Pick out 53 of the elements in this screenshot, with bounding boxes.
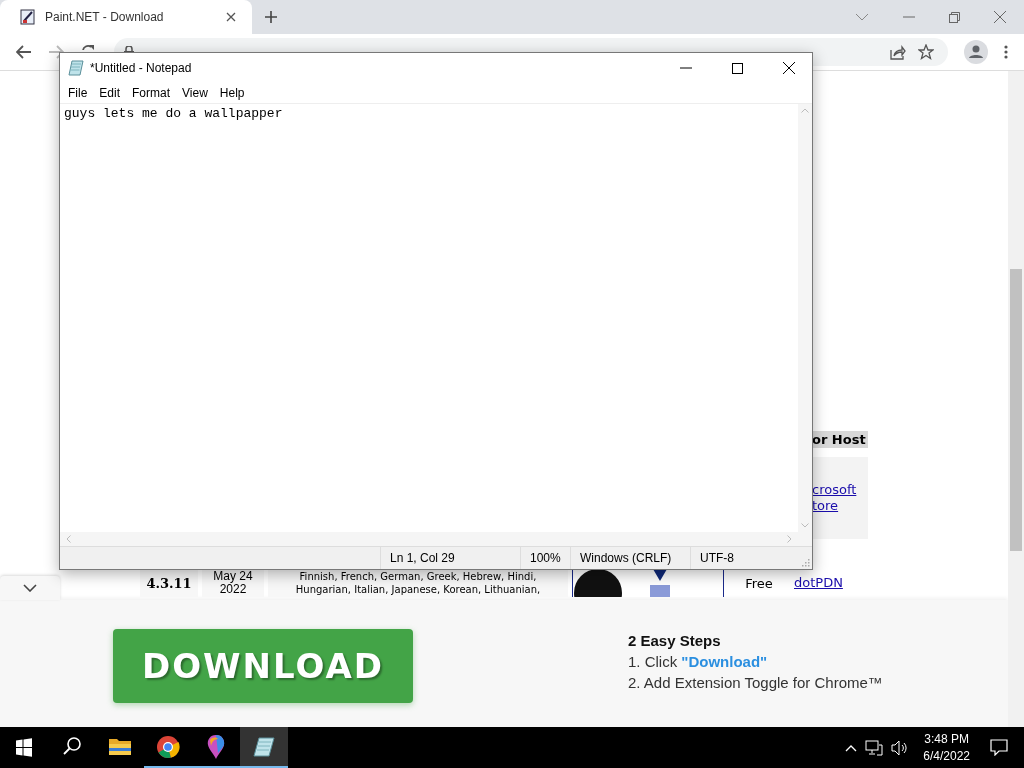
chevron-down-icon[interactable] <box>855 12 869 22</box>
paint-icon <box>20 9 36 25</box>
new-tab-icon[interactable] <box>264 10 278 24</box>
share-icon[interactable] <box>890 44 906 60</box>
version-cell: 4.3.11 <box>140 569 198 597</box>
notification-icon[interactable] <box>990 739 1008 756</box>
menu-item[interactable]: Format <box>126 84 177 102</box>
resize-grip-icon[interactable] <box>801 558 810 567</box>
speaker-icon[interactable] <box>891 739 910 756</box>
network-icon[interactable] <box>865 739 884 756</box>
notepad-icon <box>68 60 84 76</box>
back-icon[interactable] <box>16 45 32 59</box>
status-item: UTF-8 <box>690 547 790 569</box>
close-icon[interactable] <box>783 62 795 74</box>
step-text: 1. Click "Download" <box>628 653 769 670</box>
collapse-button[interactable] <box>0 576 60 600</box>
status-item: 100% <box>520 547 570 569</box>
languages-cell: Finnish, French, German, Greek, Hebrew, Hindi, Hungarian, Italian, Japanese, Korean, Lithuanian, <box>268 569 568 597</box>
maximize-icon[interactable] <box>732 62 743 74</box>
folder-icon <box>108 736 132 757</box>
balloon-icon <box>206 733 226 760</box>
menu-item[interactable]: Edit <box>93 84 127 102</box>
menu-item[interactable]: View <box>176 84 214 102</box>
price-cell-text: Free <box>744 574 774 593</box>
browser-tab[interactable]: Paint.NET - Download <box>0 0 252 34</box>
chevron-down-icon <box>23 584 37 592</box>
notepad-icon <box>253 735 275 758</box>
store-link[interactable]: crosoft tore <box>812 482 857 514</box>
taskbar-app[interactable] <box>240 727 288 768</box>
profile-icon[interactable] <box>964 40 988 64</box>
status-item: Windows (CRLF) <box>570 547 690 569</box>
text-area[interactable]: guys lets me do a wallpapper <box>60 104 798 532</box>
chrome-icon <box>156 734 180 759</box>
restore-icon[interactable] <box>949 11 960 23</box>
forward-icon[interactable] <box>48 45 64 59</box>
host-link[interactable]: dotPDN <box>794 575 843 591</box>
clock-date[interactable]: 6/4/2022 <box>923 747 970 765</box>
scrollbar-thumb[interactable] <box>1010 269 1022 551</box>
menu-item[interactable]: Help <box>213 84 251 102</box>
menu-icon[interactable] <box>1004 45 1008 59</box>
reload-icon[interactable] <box>80 43 96 50</box>
menu-item[interactable]: File <box>62 84 94 102</box>
date-cell: May 24 2022 <box>202 569 264 597</box>
chevron-up-icon[interactable] <box>845 743 858 752</box>
download-arrow-icon <box>647 569 673 597</box>
step-text: 2. Add Extension Toggle for Chrome™ <box>628 674 883 691</box>
window-title: *Untitled - Notepad <box>90 61 192 75</box>
star-icon[interactable] <box>918 44 934 60</box>
scrollbar[interactable] <box>1008 71 1024 727</box>
clock-time[interactable]: 3:48 PM <box>924 730 969 748</box>
close-icon[interactable] <box>226 12 236 22</box>
steps-heading: 2 Easy Steps <box>628 632 722 649</box>
status-item: Ln 1, Col 29 <box>380 547 520 569</box>
